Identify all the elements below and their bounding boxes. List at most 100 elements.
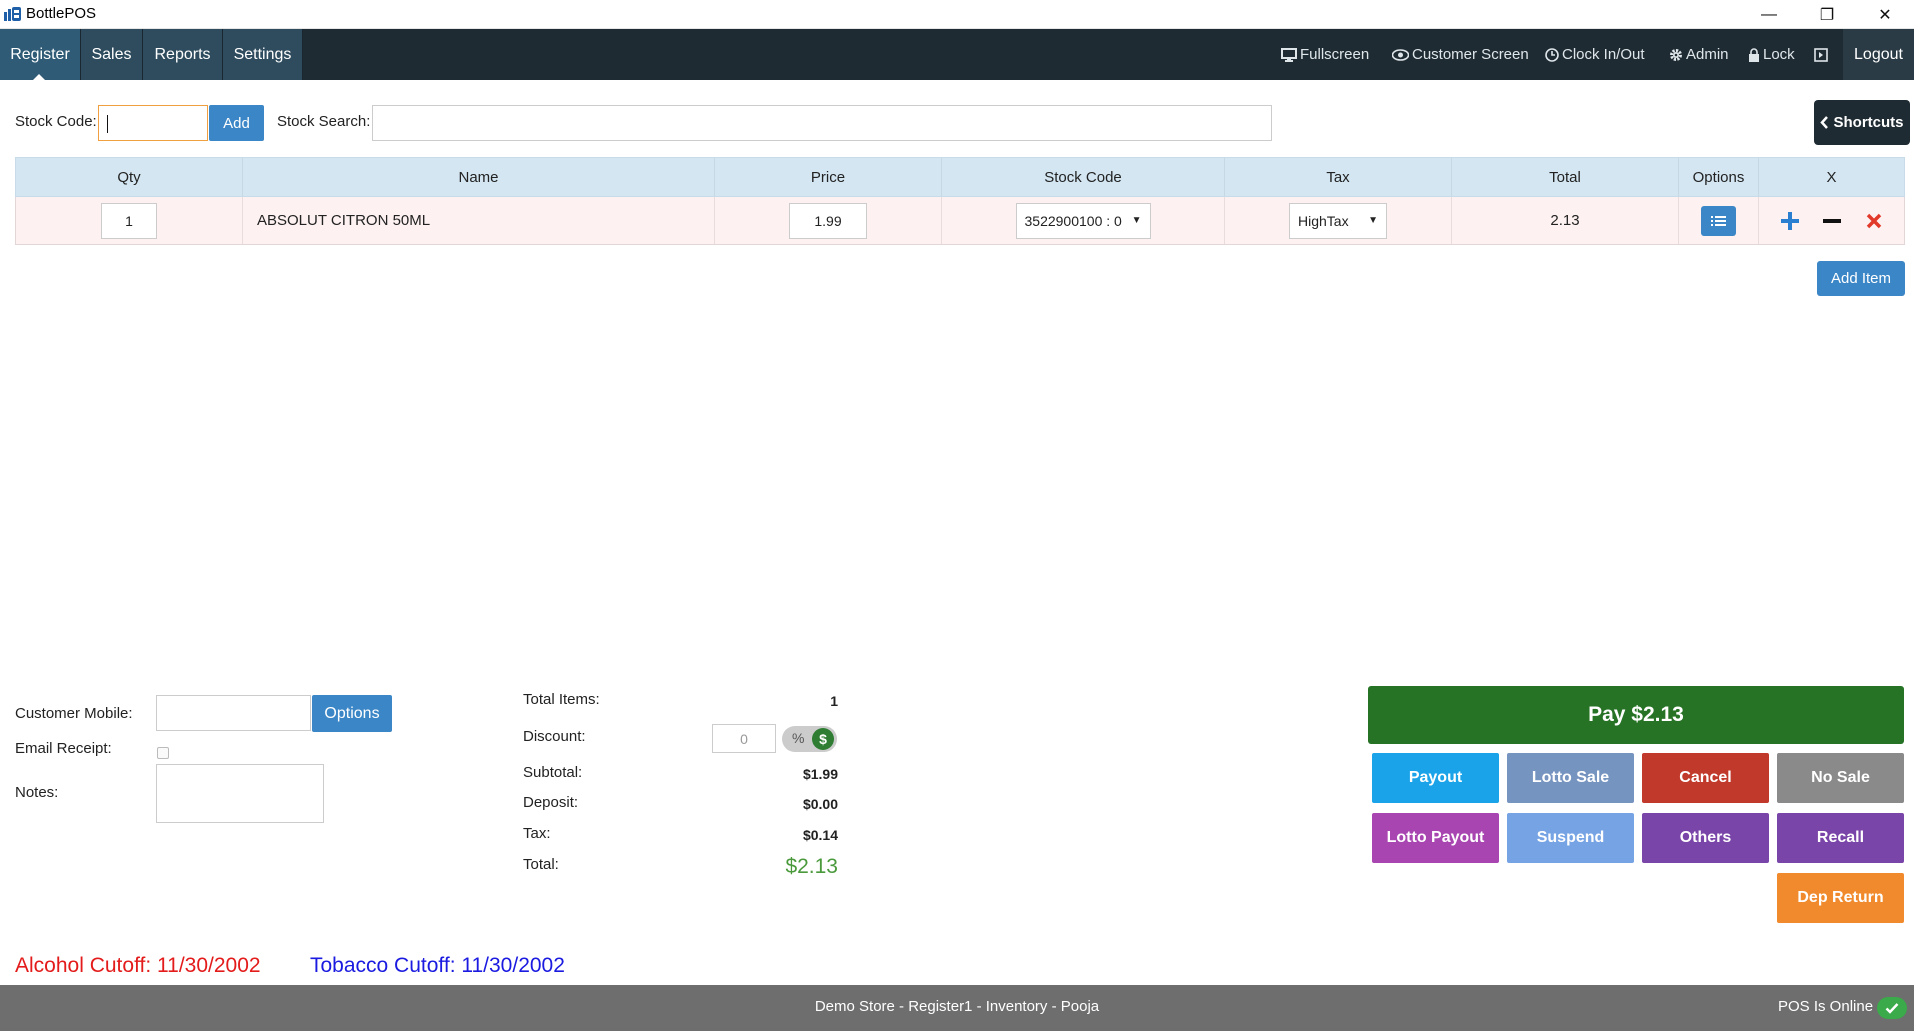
dep-return-label: Dep Return	[1797, 889, 1884, 906]
fullscreen-button[interactable]: Fullscreen	[1281, 29, 1369, 80]
add-item-label: Add Item	[1830, 270, 1892, 287]
tab-register[interactable]: Register	[0, 29, 81, 80]
row-name-cell: ABSOLUT CITRON 50ML	[243, 197, 715, 244]
others-button[interactable]: Others	[1642, 813, 1769, 863]
customer-options-label: Options	[324, 704, 380, 722]
total-items-value: 1	[830, 693, 838, 709]
customer-options-button[interactable]: Options	[312, 695, 392, 732]
row-total-value: 2.13	[1550, 212, 1580, 229]
tab-settings-label: Settings	[233, 45, 292, 63]
customer-screen-button[interactable]: Customer Screen	[1392, 29, 1529, 80]
qty-value: 1	[125, 212, 133, 229]
items-table: Qty Name Price Stock Code Tax Total Opti…	[15, 157, 1905, 245]
payout-button[interactable]: Payout	[1372, 753, 1499, 803]
add-stock-button[interactable]: Add	[209, 105, 264, 141]
notes-label: Notes:	[15, 784, 59, 801]
percent-option: %	[792, 730, 805, 746]
tax-select[interactable]: HighTax ▼	[1289, 202, 1387, 239]
discount-value: 0	[740, 730, 748, 747]
grand-total-value: $2.13	[785, 855, 838, 878]
pay-label: Pay $2.13	[1588, 703, 1684, 726]
lotto-sale-button[interactable]: Lotto Sale	[1507, 753, 1634, 803]
tab-settings[interactable]: Settings	[223, 29, 303, 80]
notes-textarea[interactable]	[156, 764, 324, 823]
customer-mobile-input[interactable]	[156, 695, 311, 731]
sign-out-icon-button[interactable]	[1814, 29, 1831, 80]
qty-input[interactable]: 1	[101, 202, 157, 239]
clock-in-out-button[interactable]: Clock In/Out	[1545, 29, 1645, 80]
tax-label: Tax:	[523, 825, 551, 842]
row-stock-code-cell: 3522900100 : 0 ▼	[942, 197, 1225, 244]
header-options: Options	[1679, 158, 1759, 196]
list-icon	[1711, 215, 1726, 226]
active-tab-caret	[33, 74, 45, 80]
email-receipt-checkbox[interactable]	[157, 747, 169, 759]
lotto-payout-button[interactable]: Lotto Payout	[1372, 813, 1499, 863]
add-item-button[interactable]: Add Item	[1817, 261, 1905, 296]
admin-label: Admin	[1686, 46, 1729, 63]
subtotal-value: $1.99	[802, 766, 838, 782]
chevron-left-icon	[1820, 116, 1829, 129]
monitor-icon	[1281, 47, 1297, 62]
stock-search-label: Stock Search:	[277, 113, 371, 130]
lock-button[interactable]: Lock	[1748, 29, 1795, 80]
header-x: X	[1826, 168, 1837, 186]
stock-code-input[interactable]	[98, 105, 208, 141]
dropdown-arrow-icon: ▼	[1131, 215, 1142, 226]
minus-icon[interactable]	[1822, 211, 1842, 231]
shortcuts-button[interactable]: Shortcuts	[1814, 100, 1910, 145]
row-options-cell	[1679, 197, 1759, 244]
discount-input[interactable]: 0	[712, 724, 776, 753]
discount-label: Discount:	[523, 728, 586, 745]
store-info: Demo Store - Register1 - Inventory - Poo…	[814, 998, 1100, 1015]
close-window-button[interactable]: ✕	[1856, 0, 1914, 29]
no-sale-label: No Sale	[1811, 769, 1870, 786]
deposit-value: $0.00	[802, 796, 838, 812]
tobacco-cutoff: Tobacco Cutoff: 11/30/2002	[310, 954, 565, 977]
row-actions-cell	[1759, 197, 1904, 244]
remove-icon[interactable]	[1865, 212, 1883, 230]
tab-sales-label: Sales	[91, 45, 132, 63]
customer-mobile-label: Customer Mobile:	[15, 705, 133, 722]
email-receipt-label: Email Receipt:	[15, 740, 112, 757]
stock-code-select[interactable]: 3522900100 : 0 ▼	[1015, 202, 1151, 239]
online-check-icon	[1877, 997, 1907, 1019]
discount-type-toggle[interactable]: % $	[782, 726, 837, 752]
header-tax: Tax	[1225, 158, 1452, 196]
plus-icon[interactable]	[1780, 211, 1800, 231]
dep-return-button[interactable]: Dep Return	[1777, 873, 1904, 923]
total-items-label: Total Items:	[523, 691, 600, 708]
price-input[interactable]: 1.99	[789, 202, 867, 239]
alcohol-cutoff: Alcohol Cutoff: 11/30/2002	[15, 954, 261, 977]
item-name: ABSOLUT CITRON 50ML	[257, 212, 431, 229]
lock-icon	[1749, 47, 1759, 62]
stock-code-select-value: 3522900100 : 0	[1024, 212, 1122, 229]
customer-screen-label: Customer Screen	[1412, 46, 1529, 63]
restore-button[interactable]: ❐	[1798, 0, 1856, 29]
table-row: 1 ABSOLUT CITRON 50ML 1.99 3522900100 : …	[15, 197, 1905, 245]
recall-button[interactable]: Recall	[1777, 813, 1904, 863]
logout-button[interactable]: Logout	[1843, 29, 1914, 80]
status-footer: Demo Store - Register1 - Inventory - Poo…	[0, 985, 1914, 1031]
pay-button[interactable]: Pay $2.13	[1368, 686, 1904, 744]
tab-reports[interactable]: Reports	[143, 29, 223, 80]
table-header: Qty Name Price Stock Code Tax Total Opti…	[15, 157, 1905, 197]
subtotal-label: Subtotal:	[523, 764, 583, 781]
tab-reports-label: Reports	[154, 45, 211, 63]
tab-sales[interactable]: Sales	[81, 29, 143, 80]
row-qty-cell: 1	[16, 197, 243, 244]
stock-search-input[interactable]	[372, 105, 1272, 141]
suspend-button[interactable]: Suspend	[1507, 813, 1634, 863]
main-navbar: Register Sales Reports Settings Fullscre…	[0, 29, 1914, 80]
no-sale-button[interactable]: No Sale	[1777, 753, 1904, 803]
shortcuts-label: Shortcuts	[1833, 114, 1904, 131]
admin-button[interactable]: Admin	[1669, 29, 1729, 80]
row-options-button[interactable]	[1701, 205, 1736, 236]
minimize-button[interactable]: —	[1740, 0, 1798, 29]
total-label: Total:	[523, 856, 559, 873]
restore-icon: ❐	[1819, 6, 1835, 24]
lotto-sale-label: Lotto Sale	[1531, 769, 1610, 786]
cancel-button[interactable]: Cancel	[1642, 753, 1769, 803]
window-titlebar: BottlePOS — ❐ ✕	[0, 0, 1914, 29]
row-price-cell: 1.99	[715, 197, 942, 244]
